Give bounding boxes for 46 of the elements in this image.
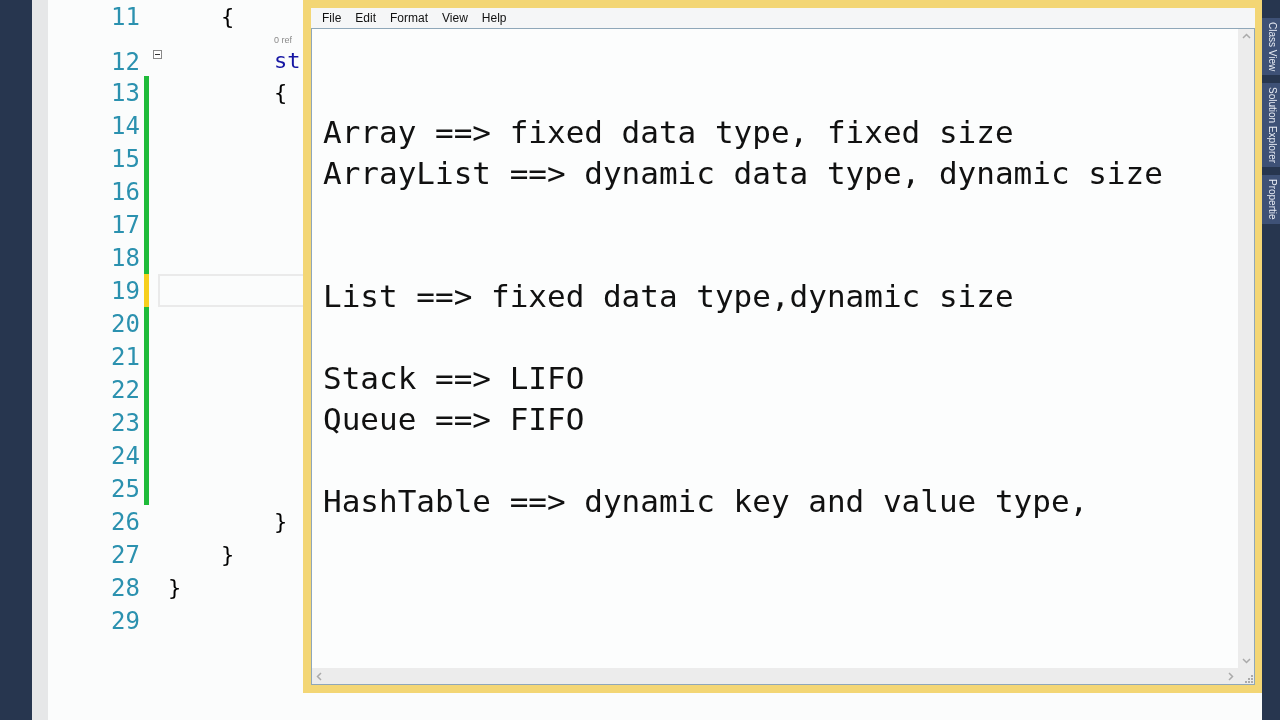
line-number: 26	[110, 507, 140, 536]
line-number: 14	[110, 111, 140, 140]
text-line: Array ==> fixed data type, fixed size	[323, 113, 1015, 152]
collapse-icon[interactable]	[152, 50, 162, 59]
text-line: Queue ==> FIFO	[323, 400, 586, 439]
resize-grip-icon[interactable]	[1244, 674, 1254, 684]
line-number: 20	[110, 309, 140, 338]
text-line: HashTable ==> dynamic key and value type,	[323, 482, 1090, 521]
line-number: 24	[110, 441, 140, 470]
line-number: 15	[110, 144, 140, 173]
scroll-right-icon[interactable]	[1228, 671, 1234, 681]
code-text: {	[220, 2, 235, 31]
code-text: }	[220, 540, 235, 569]
side-panel-tab[interactable]: Solution Explorer	[1262, 83, 1280, 168]
text-line: List ==> fixed data type,dynamic size	[323, 277, 1015, 316]
code-text: }	[168, 573, 182, 602]
line-number: 21	[110, 342, 140, 371]
line-number: 11	[110, 2, 140, 31]
line-number: 13	[110, 78, 140, 107]
line-number: 29	[110, 606, 140, 635]
menu-item[interactable]: View	[435, 11, 475, 25]
menu-item[interactable]: Help	[474, 11, 514, 25]
line-number: 23	[110, 408, 140, 437]
code-text: {	[273, 78, 288, 107]
line-number: 17	[110, 210, 140, 239]
line-number: 19	[110, 276, 140, 305]
text-line: Stack ==> LIFO	[323, 359, 586, 398]
line-number: 12	[110, 48, 140, 76]
line-number: 22	[110, 375, 140, 404]
scroll-down-icon[interactable]	[1241, 658, 1251, 664]
menu-item[interactable]: Edit	[348, 11, 384, 25]
line-number: 16	[110, 177, 140, 206]
scroll-up-icon[interactable]	[1241, 33, 1251, 39]
line-number: 25	[110, 474, 140, 503]
line-number: 27	[110, 540, 140, 569]
side-panel-tab[interactable]: Class View	[1262, 18, 1280, 76]
text-line: ArrayList ==> dynamic data type, dynamic size	[323, 154, 1164, 193]
code-text: }	[273, 507, 288, 536]
line-number: 28	[110, 573, 140, 602]
line-number: 18	[110, 243, 140, 272]
scroll-left-icon[interactable]	[316, 671, 322, 681]
code-text: st	[273, 46, 301, 75]
references-hint[interactable]: 0 ref	[273, 34, 292, 47]
menu-item[interactable]: File	[315, 11, 349, 25]
menu-item[interactable]: Format	[383, 11, 436, 25]
side-panel-tab[interactable]: Propertie	[1262, 175, 1280, 224]
